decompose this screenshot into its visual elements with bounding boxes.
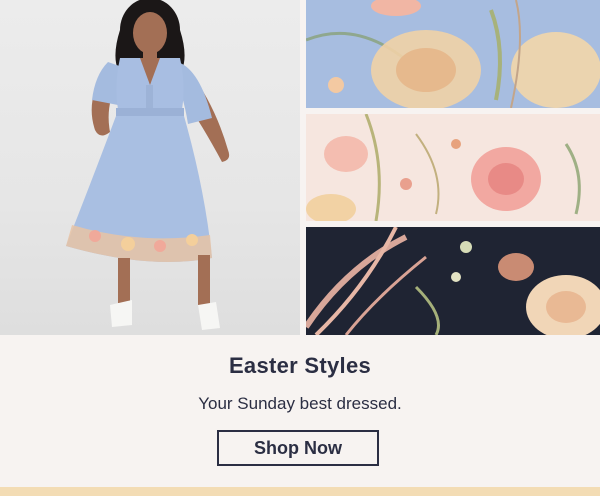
shop-now-button[interactable]: Shop Now [217,430,379,466]
model-illustration [66,0,230,330]
promo-subline: Your Sunday best dressed. [198,394,402,413]
navy-floral-pattern [306,227,600,335]
fabric-swatch-cream-floral[interactable] [306,114,600,221]
promo-caption: Easter Styles Your Sunday best dressed. … [0,335,600,487]
cream-floral-pattern [306,114,581,221]
promo-headline: Easter Styles [228,353,372,378]
fabric-swatch-blue-floral[interactable] [306,0,600,108]
blue-floral-pattern [306,0,600,108]
fabric-swatch-navy-floral[interactable] [306,227,600,335]
hero-image-collage[interactable] [0,0,600,335]
model-photo[interactable] [0,0,300,335]
bottom-accent-band [0,487,600,496]
